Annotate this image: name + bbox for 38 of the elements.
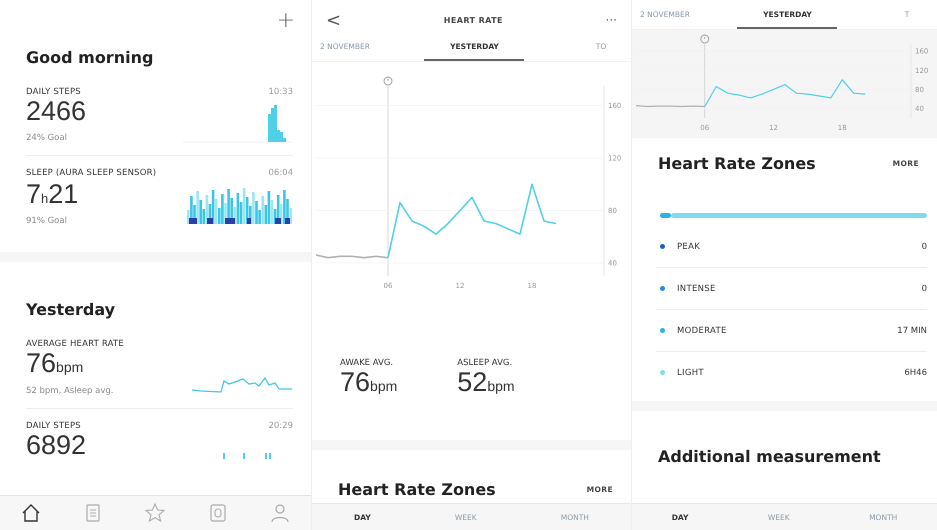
alarm-clock-icon [700,34,710,44]
zone-label: INTENSE [677,284,717,294]
section-heading: Heart Rate Zones [338,480,496,500]
card-time: 20:29 [268,420,293,431]
add-button[interactable]: + [276,10,295,32]
steps-bar-drawing [223,453,271,460]
card-title: DAILY STEPS [26,420,81,431]
section-heading: Additional measurement [658,447,882,466]
card-time: 10:33 [268,87,293,97]
alarm-clock-icon [384,76,392,86]
stat-label: AWAKE AVG. [340,358,394,368]
card-title: AVERAGE HEART RATE [26,339,124,350]
section-heading: Heart Rate Zones [658,154,816,173]
zone-label: PEAK [677,242,702,252]
stat-value: 52bpm [457,368,515,396]
section-heading: Good morning [26,48,154,67]
zone-value: 0 [922,242,927,252]
zone-value: 6H46 [904,368,927,378]
metric-value: 76bpm [26,349,84,378]
more-options-button[interactable]: ··· [606,13,617,27]
card-title: SLEEP (AURA SLEEP SENSOR) [26,168,156,178]
zone-label: MODERATE [677,326,728,336]
metric-value: 2466 [26,97,86,126]
metric-value: 6892 [26,430,86,460]
card-title: DAILY STEPS [26,87,81,97]
card-time: 06:04 [268,168,293,178]
zone-label: LIGHT [677,368,705,378]
stat-label: ASLEEP AVG. [457,358,514,368]
zone-value: 0 [922,284,927,294]
section-heading: Yesterday [26,300,116,320]
screen-title: HEART RATE [444,16,503,24]
zone-value: 17 MIN [897,326,927,336]
metric-value: 7h21 [26,180,78,208]
card-note: 52 bpm, Asleep avg. [26,386,114,396]
stat-value: 76bpm [340,368,398,396]
back-button[interactable]: < [326,10,342,30]
card-note: 91% Goal [26,216,68,226]
card-note: 24% Goal [26,133,68,144]
